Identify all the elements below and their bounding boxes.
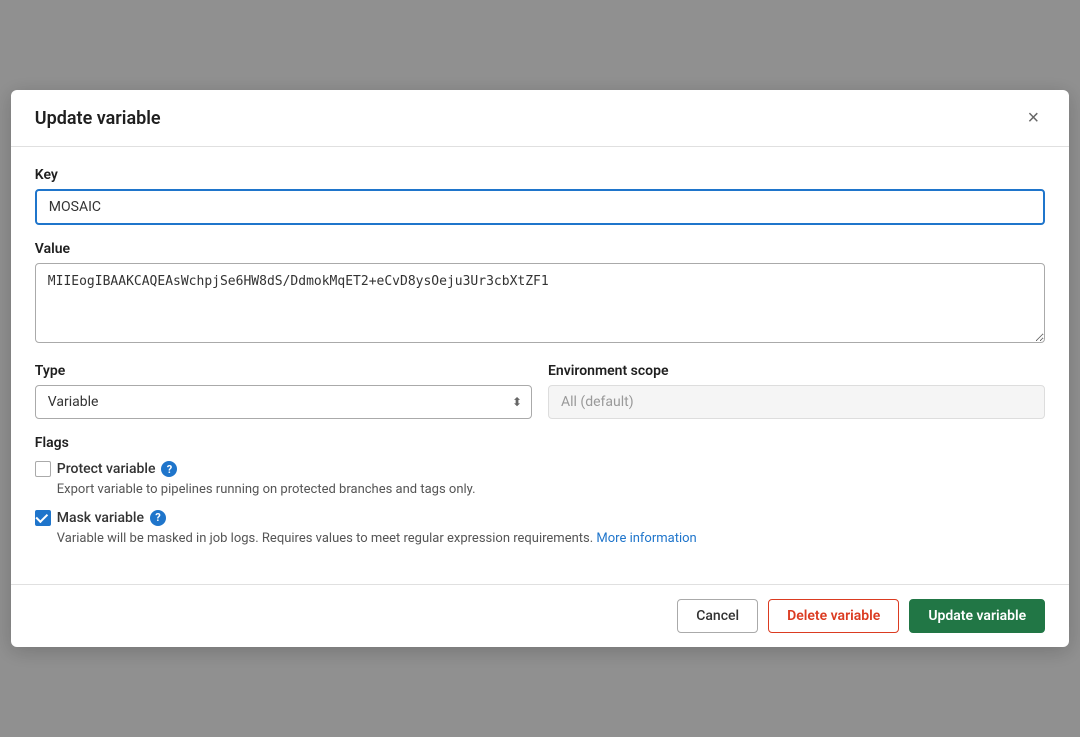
protect-help-icon[interactable]: ?	[161, 461, 177, 477]
type-select[interactable]: Variable File	[35, 385, 532, 419]
modal-title: Update variable	[35, 108, 161, 129]
modal-footer: Cancel Delete variable Update variable	[11, 584, 1069, 647]
type-select-wrapper: Variable File ⬍	[35, 385, 532, 419]
key-label: Key	[35, 167, 1045, 183]
key-input[interactable]	[35, 189, 1045, 225]
mask-more-info-link[interactable]: More information	[596, 531, 696, 546]
modal-body: Key Value MIIEogIBAAKCAQEAsWchpjSe6HW8dS…	[11, 147, 1069, 584]
value-textarea[interactable]: MIIEogIBAAKCAQEAsWchpjSe6HW8dS/DdmokMqET…	[35, 263, 1045, 343]
modal-header: Update variable ×	[11, 90, 1069, 147]
env-scope-col: Environment scope All (default)	[548, 363, 1045, 419]
env-scope-label: Environment scope	[548, 363, 1045, 379]
mask-checkbox[interactable]	[35, 510, 51, 526]
update-button[interactable]: Update variable	[909, 599, 1045, 633]
value-label: Value	[35, 241, 1045, 257]
modal-overlay: Update variable × Key Value MIIEogIBAAKC…	[0, 0, 1080, 737]
mask-label-text: Mask variable	[57, 510, 144, 526]
protect-variable-item: Protect variable ? Export variable to pi…	[35, 461, 1045, 500]
type-env-row: Type Variable File ⬍ Environment scope A…	[35, 363, 1045, 419]
mask-description-text: Variable will be masked in job logs. Req…	[57, 531, 593, 546]
key-form-group: Key	[35, 167, 1045, 225]
protect-description: Export variable to pipelines running on …	[57, 480, 1045, 500]
close-button[interactable]: ×	[1022, 106, 1046, 130]
value-form-group: Value MIIEogIBAAKCAQEAsWchpjSe6HW8dS/Ddm…	[35, 241, 1045, 347]
flags-label: Flags	[35, 435, 1045, 451]
protect-label-row: Protect variable ?	[35, 461, 1045, 477]
cancel-button[interactable]: Cancel	[677, 599, 758, 633]
flags-section: Flags Protect variable ? Export variable…	[35, 435, 1045, 548]
protect-checkbox[interactable]	[35, 461, 51, 477]
type-col: Type Variable File ⬍	[35, 363, 532, 419]
env-scope-value: All (default)	[548, 385, 1045, 419]
type-label: Type	[35, 363, 532, 379]
update-variable-modal: Update variable × Key Value MIIEogIBAAKC…	[11, 90, 1069, 647]
mask-help-icon[interactable]: ?	[150, 510, 166, 526]
mask-variable-item: Mask variable ? Variable will be masked …	[35, 510, 1045, 549]
mask-label-row: Mask variable ?	[35, 510, 1045, 526]
delete-button[interactable]: Delete variable	[768, 599, 899, 633]
mask-description: Variable will be masked in job logs. Req…	[57, 529, 1045, 549]
protect-label-text: Protect variable	[57, 461, 156, 477]
